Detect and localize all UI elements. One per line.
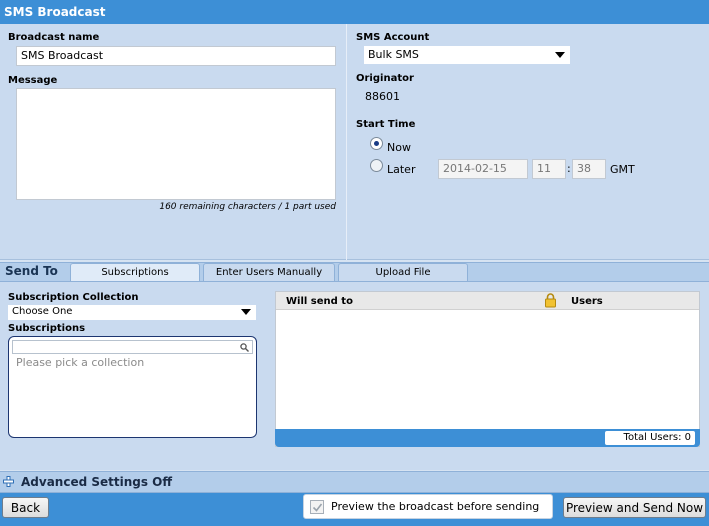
subscriptions-list[interactable]: Please pick a collection <box>8 336 257 438</box>
checkmark-icon <box>312 503 323 512</box>
radio-now[interactable] <box>370 137 383 150</box>
start-date-input[interactable]: 2014-02-15 <box>438 159 528 179</box>
window-title: SMS Broadcast <box>0 0 709 24</box>
preview-checkbox[interactable] <box>310 500 324 514</box>
preview-and-send-button[interactable]: Preview and Send Now <box>563 497 706 518</box>
chevron-down-icon <box>241 309 251 315</box>
send-to-label: Send To <box>5 264 58 278</box>
start-hour-input[interactable]: 11 <box>532 159 566 179</box>
subscriptions-search-input[interactable] <box>12 340 253 354</box>
message-textarea[interactable] <box>16 88 336 200</box>
preview-option-box: Preview the broadcast before sending <box>303 494 553 519</box>
back-button[interactable]: Back <box>2 497 49 518</box>
lock-icon <box>545 293 556 308</box>
subscriptions-label: Subscriptions <box>8 323 86 334</box>
preview-checkbox-label[interactable]: Preview the broadcast before sending <box>331 500 539 513</box>
users-header: Users <box>571 296 603 307</box>
expand-plus-icon[interactable] <box>3 476 14 487</box>
broadcast-name-label: Broadcast name <box>8 32 100 43</box>
sms-account-select[interactable]: Bulk SMS <box>364 46 570 64</box>
tab-enter-users-manually[interactable]: Enter Users Manually <box>203 263 335 281</box>
advanced-settings-label[interactable]: Advanced Settings Off <box>21 475 172 489</box>
sms-account-value: Bulk SMS <box>368 48 419 61</box>
tab-subscriptions[interactable]: Subscriptions <box>70 263 200 281</box>
radio-now-label: Now <box>387 141 411 154</box>
message-label: Message <box>8 75 58 86</box>
tab-upload-file[interactable]: Upload File <box>338 263 468 281</box>
will-send-to-header: Will send to <box>286 296 353 307</box>
subscription-collection-value: Choose One <box>12 306 73 317</box>
char-counter: 160 remaining characters / 1 part used <box>159 202 336 212</box>
panel-divider <box>346 24 347 260</box>
subscription-collection-label: Subscription Collection <box>8 292 139 303</box>
time-separator: : <box>567 162 571 175</box>
subscriptions-empty-text: Please pick a collection <box>16 356 145 369</box>
originator-label: Originator <box>356 73 414 84</box>
broadcast-name-input[interactable]: SMS Broadcast <box>16 46 336 66</box>
recipients-table <box>275 291 700 447</box>
radio-later[interactable] <box>370 159 383 172</box>
sms-account-label: SMS Account <box>356 32 430 43</box>
total-users: Total Users: 0 <box>605 431 695 445</box>
start-time-label: Start Time <box>356 119 416 130</box>
subscription-collection-select[interactable]: Choose One <box>8 305 256 320</box>
start-minute-input[interactable]: 38 <box>572 159 606 179</box>
search-icon <box>240 343 249 352</box>
timezone-label: GMT <box>610 163 635 176</box>
radio-later-label: Later <box>387 163 416 176</box>
chevron-down-icon <box>555 52 565 58</box>
originator-value: 88601 <box>365 90 400 103</box>
